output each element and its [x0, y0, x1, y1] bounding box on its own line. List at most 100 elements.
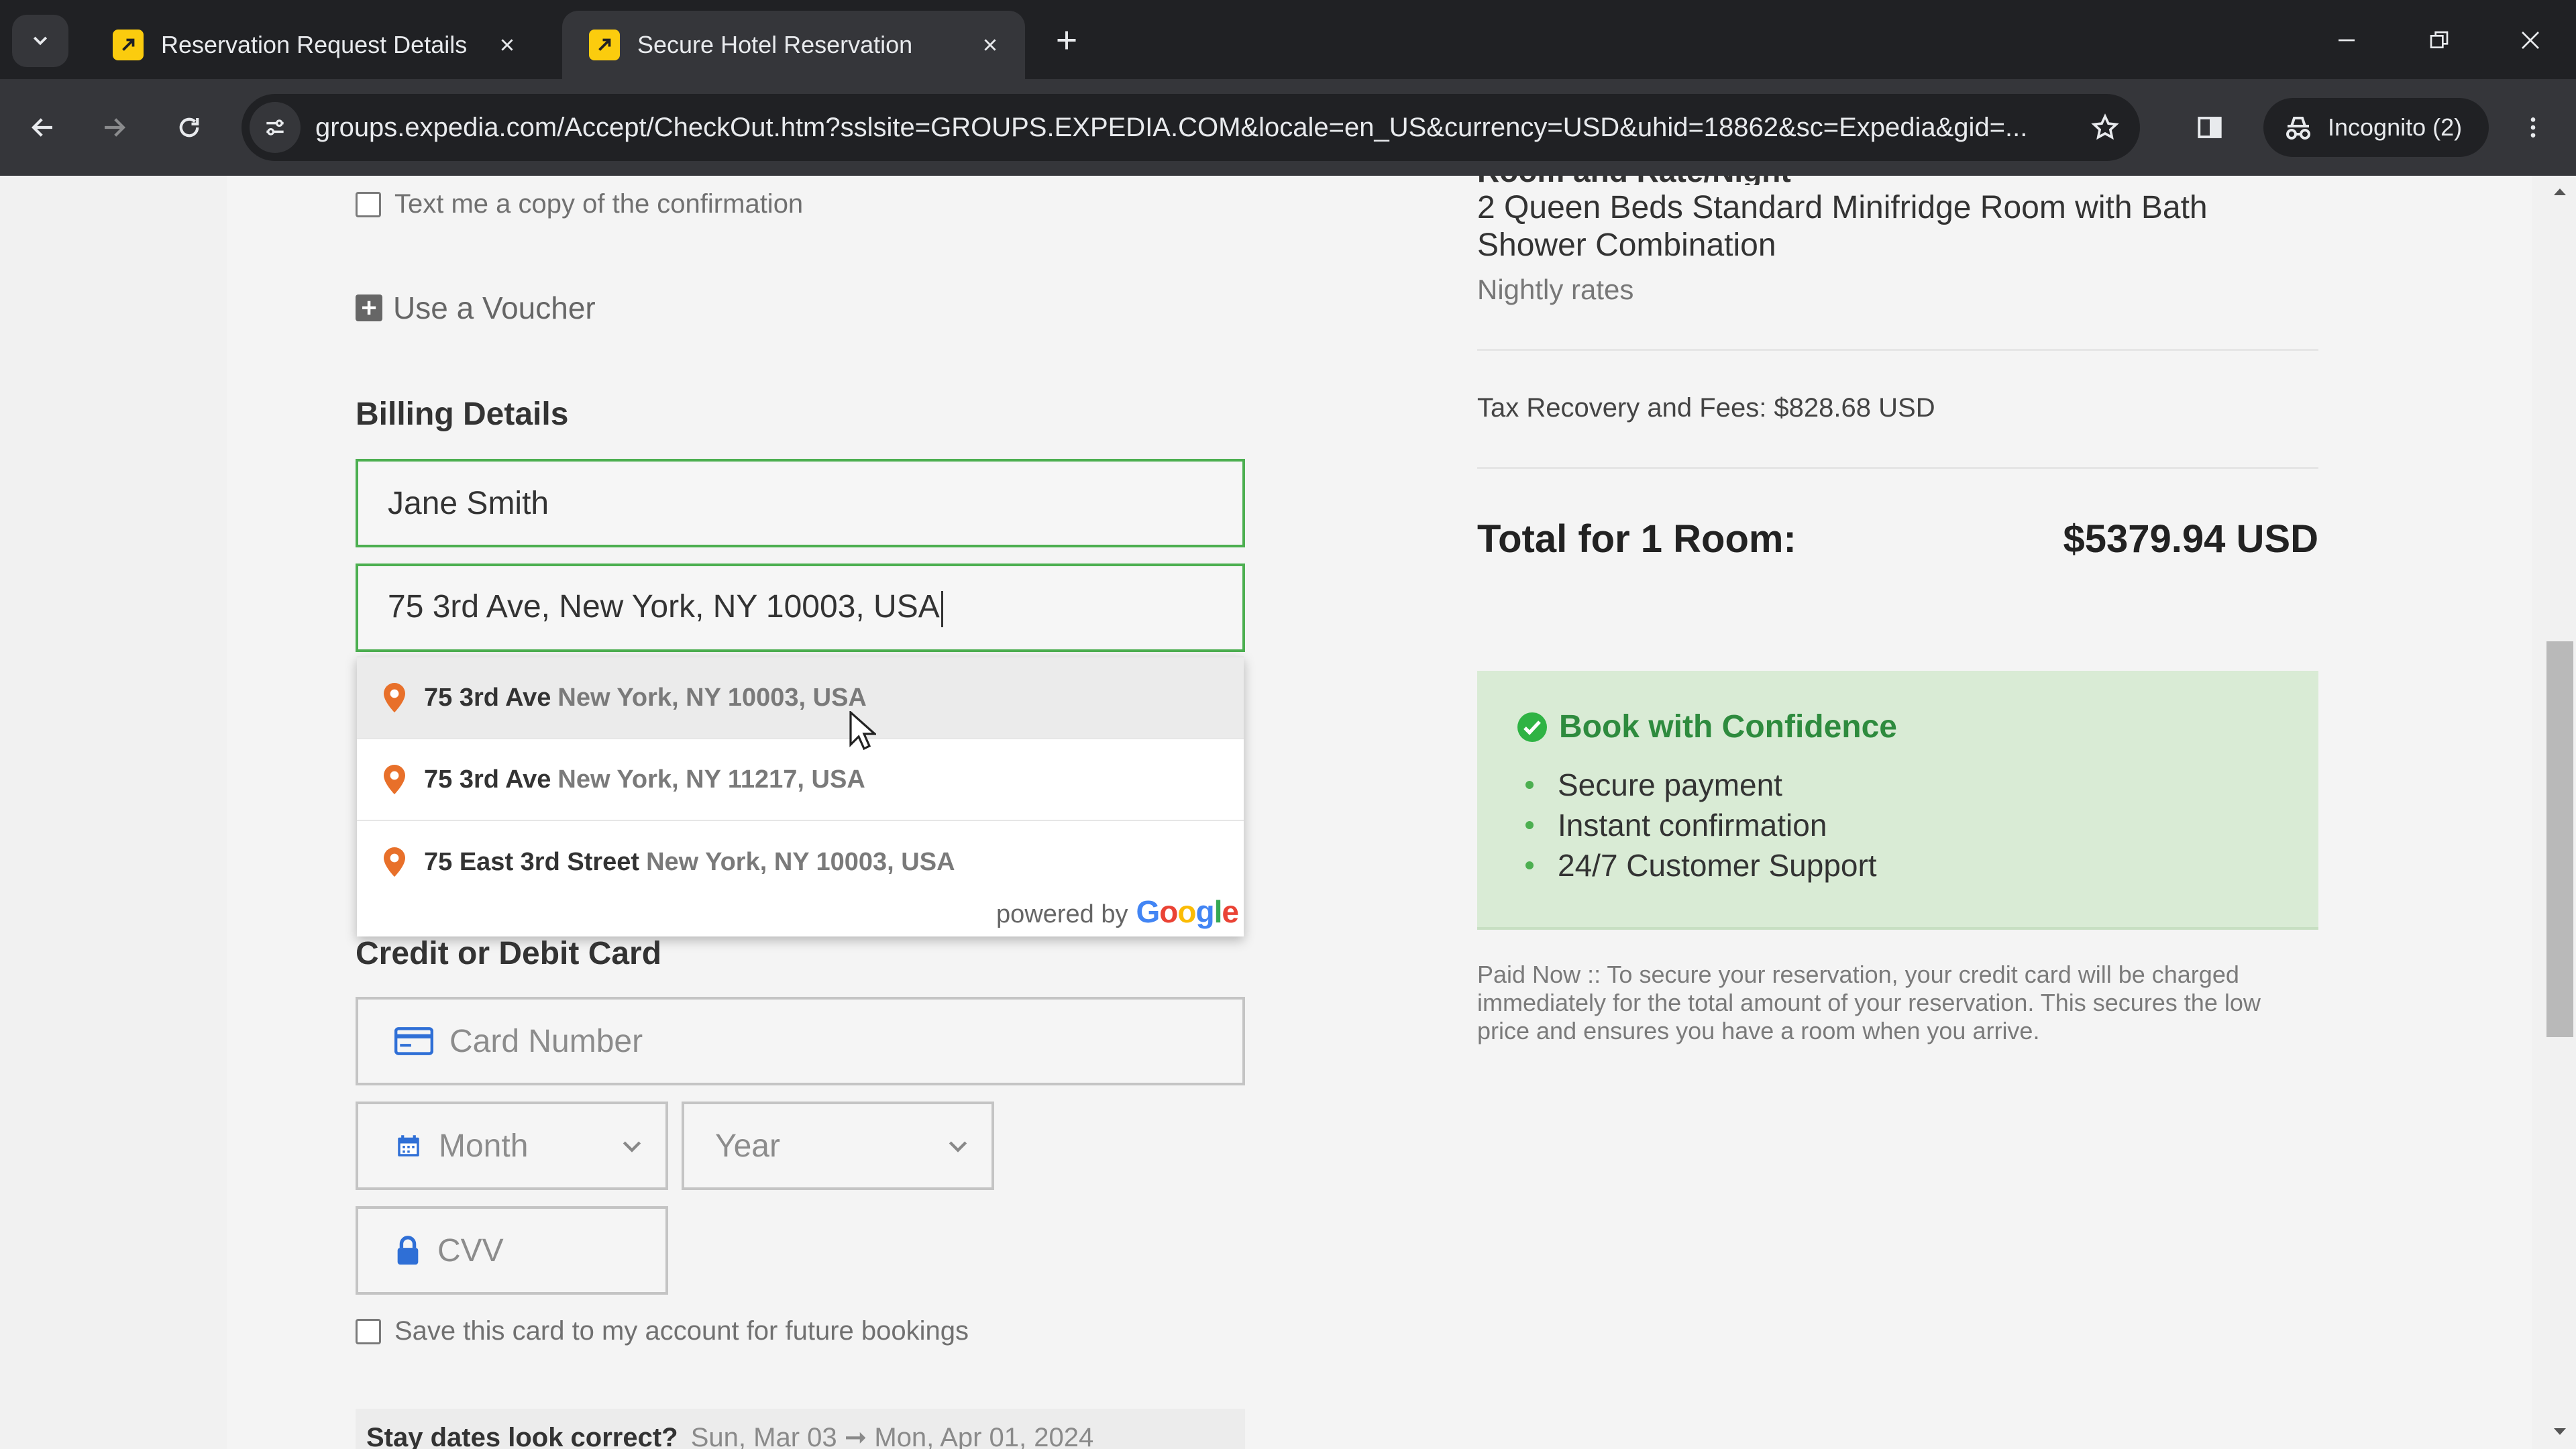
reload-icon	[179, 117, 199, 138]
expedia-favicon-icon	[113, 30, 144, 60]
bullet-dot	[1525, 781, 1534, 789]
close-icon[interactable]	[975, 30, 1005, 60]
confidence-list: Secure payment Instant confirmation 24/7…	[1525, 765, 1877, 885]
tab-title: Reservation Request Details	[161, 31, 468, 58]
card-details-heading: Credit or Debit Card	[356, 936, 662, 971]
reload-button[interactable]	[164, 102, 215, 153]
scrollbar-thumb[interactable]	[2546, 641, 2573, 1037]
tab-reservation-request[interactable]: Reservation Request Details	[86, 11, 542, 79]
arrow-right-icon	[105, 118, 125, 137]
scroll-down-arrow-icon[interactable]	[2549, 1421, 2571, 1442]
tab-title: Secure Hotel Reservation	[637, 31, 913, 58]
lock-icon	[394, 1235, 421, 1266]
bullet-dot	[1525, 861, 1534, 869]
address-autocomplete-dropdown: 75 3rd Ave New York, NY 10003, USA 75 3r…	[357, 656, 1244, 936]
scroll-up-arrow-icon[interactable]	[2549, 181, 2571, 203]
expiry-year-select[interactable]: Year	[682, 1102, 994, 1190]
chevron-down-icon	[623, 1141, 641, 1152]
confidence-item-label: 24/7 Customer Support	[1558, 848, 1877, 883]
incognito-icon	[2286, 117, 2310, 140]
use-voucher-link[interactable]: + Use a Voucher	[356, 290, 596, 326]
chevron-down-icon	[949, 1141, 967, 1152]
tax-fees-line: Tax Recovery and Fees: $828.68 USD	[1477, 393, 1935, 423]
save-card-checkbox[interactable]	[356, 1318, 381, 1344]
paid-now-notice: Paid Now :: To secure your reservation, …	[1477, 961, 2261, 1044]
text-copy-checkbox[interactable]	[356, 191, 381, 217]
book-with-confidence-box: Book with Confidence Secure payment Inst…	[1477, 671, 2318, 930]
suggestion-main-text: 75 East 3rd Street	[424, 847, 640, 876]
powered-by-google: powered by Google	[996, 894, 1239, 930]
cvv-field[interactable]: CVV	[356, 1206, 668, 1295]
back-button[interactable]	[17, 102, 68, 153]
bullet-dot	[1525, 821, 1534, 829]
suggestion-secondary-text: New York, NY 10003, USA	[646, 847, 955, 876]
calendar-icon	[394, 1132, 423, 1160]
billing-name-field[interactable]: Jane Smith	[356, 459, 1245, 547]
confidence-item-label: Secure payment	[1558, 767, 1782, 802]
side-panel-icon	[2198, 117, 2222, 138]
browser-menu-button[interactable]	[2508, 102, 2559, 153]
confidence-item-label: Instant confirmation	[1558, 808, 1827, 843]
nightly-rates-link[interactable]: Nightly rates	[1477, 274, 1633, 306]
tab-search-button[interactable]	[12, 15, 68, 67]
text-copy-label: Text me a copy of the confirmation	[394, 189, 804, 219]
location-pin-icon	[384, 847, 405, 877]
forward-button[interactable]	[89, 102, 140, 153]
chevron-down-icon	[33, 36, 48, 46]
card-number-placeholder: Card Number	[449, 1023, 643, 1059]
plus-icon	[1057, 31, 1076, 50]
close-icon[interactable]	[492, 30, 522, 60]
year-placeholder: Year	[715, 1128, 780, 1164]
check-circle-icon	[1517, 712, 1547, 742]
suggestion-secondary-text: New York, NY 11217, USA	[557, 765, 865, 794]
address-bar[interactable]: groups.expedia.com/Accept/CheckOut.htm?s…	[241, 94, 2140, 161]
list-item: Instant confirmation	[1525, 805, 1877, 845]
confidence-title: Book with Confidence	[1559, 709, 1897, 745]
billing-address-value: 75 3rd Ave, New York, NY 10003, USA	[388, 589, 940, 625]
text-copy-option[interactable]: Text me a copy of the confirmation	[356, 189, 803, 219]
billing-name-value: Jane Smith	[388, 485, 549, 521]
save-card-option[interactable]: Save this card to my account for future …	[356, 1316, 969, 1346]
expedia-favicon-icon	[589, 30, 620, 60]
site-settings-icon[interactable]	[250, 102, 301, 153]
side-panel-button[interactable]	[2184, 102, 2235, 153]
list-item: 24/7 Customer Support	[1525, 845, 1877, 885]
divider	[1477, 467, 2318, 469]
voucher-label: Use a Voucher	[393, 290, 596, 325]
plus-box-icon: +	[356, 294, 382, 321]
new-tab-button[interactable]	[1046, 20, 1087, 60]
browser-toolbar: groups.expedia.com/Accept/CheckOut.htm?s…	[0, 79, 2576, 176]
mouse-cursor-icon	[849, 711, 876, 751]
expiry-month-select[interactable]: Month	[356, 1102, 668, 1190]
arrow-left-icon	[32, 118, 52, 137]
cvv-placeholder: CVV	[437, 1232, 504, 1269]
powered-by-text: powered by	[996, 900, 1128, 928]
address-suggestion[interactable]: 75 East 3rd Street New York, NY 10003, U…	[357, 821, 1244, 903]
billing-details-heading: Billing Details	[356, 396, 569, 432]
bookmark-star-icon[interactable]	[2078, 101, 2132, 154]
list-item: Secure payment	[1525, 765, 1877, 805]
window-close-button[interactable]	[2497, 13, 2564, 67]
room-rate-heading: Room and Rate/Night	[1477, 176, 2318, 185]
total-value: $5379.94 USD	[2063, 517, 2318, 561]
restore-button[interactable]	[2406, 13, 2473, 67]
stay-dates-bar: Stay dates look correct? Sun, Mar 03 ➞ M…	[356, 1409, 1245, 1449]
billing-address-field[interactable]: 75 3rd Ave, New York, NY 10003, USA	[356, 564, 1245, 652]
tab-strip: Reservation Request Details Secure Hotel…	[0, 0, 2576, 79]
close-icon	[2522, 32, 2539, 49]
month-placeholder: Month	[439, 1128, 529, 1164]
suggestion-secondary-text: New York, NY 10003, USA	[557, 683, 867, 712]
incognito-profile-button[interactable]: Incognito (2)	[2263, 98, 2489, 157]
card-number-field[interactable]: Card Number	[356, 997, 1245, 1085]
minimize-button[interactable]	[2313, 13, 2380, 67]
google-logo: Google	[1136, 894, 1239, 929]
more-vertical-icon	[2530, 117, 2536, 138]
total-label: Total for 1 Room:	[1477, 517, 1796, 561]
address-suggestion[interactable]: 75 3rd Ave New York, NY 10003, USA	[357, 657, 1244, 739]
location-pin-icon	[384, 765, 405, 794]
restore-icon	[2430, 31, 2449, 48]
tab-secure-hotel-reservation[interactable]: Secure Hotel Reservation	[562, 11, 1025, 79]
address-suggestion[interactable]: 75 3rd Ave New York, NY 11217, USA	[357, 739, 1244, 821]
suggestion-main-text: 75 3rd Ave	[424, 683, 551, 712]
suggestion-main-text: 75 3rd Ave	[424, 765, 551, 794]
